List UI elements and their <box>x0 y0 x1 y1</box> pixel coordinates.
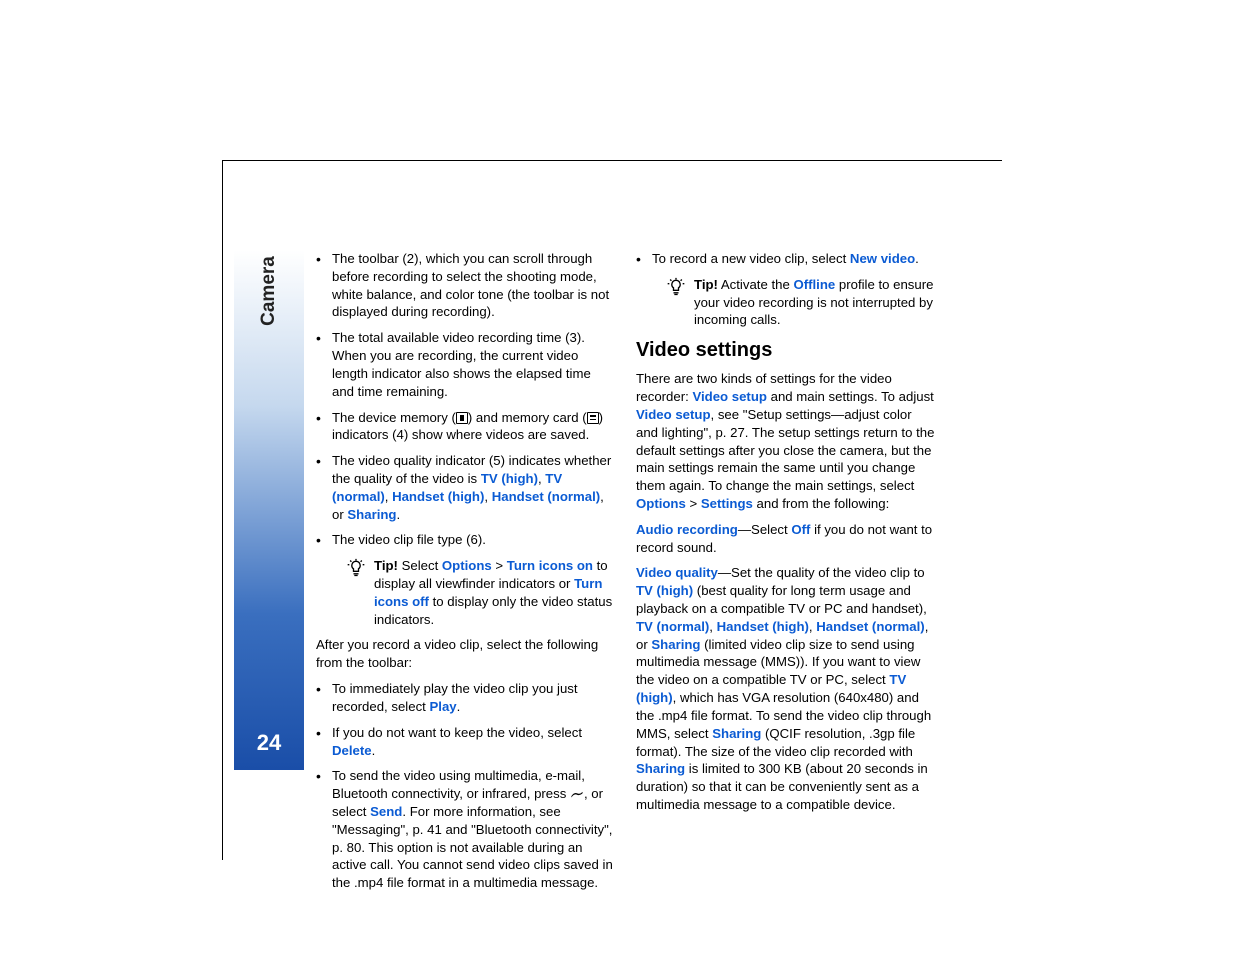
text: . <box>372 743 376 758</box>
term-handset-normal: Handset (normal) <box>816 619 924 634</box>
paragraph-video-quality: Video quality—Set the quality of the vid… <box>636 564 936 813</box>
device-memory-icon <box>456 412 468 424</box>
text: . <box>915 251 919 266</box>
term-sharing: Sharing <box>651 637 700 652</box>
list-item: To send the video using multimedia, e-ma… <box>316 767 616 892</box>
term-options: Options <box>636 496 686 511</box>
text: , <box>709 619 716 634</box>
text: ) and memory card ( <box>468 410 587 425</box>
tip-text: Tip! Select Options > Turn icons on to d… <box>374 557 616 628</box>
text: > <box>686 496 701 511</box>
tip-lightbulb-icon <box>666 277 686 297</box>
column-left: The toolbar (2), which you can scroll th… <box>316 250 616 900</box>
list-item: The total available video recording time… <box>316 329 616 400</box>
term-tv-high: TV (high) <box>481 471 538 486</box>
list-item: The device memory () and memory card () … <box>316 409 616 445</box>
list-item: To record a new video clip, select New v… <box>636 250 936 268</box>
term-audio-recording: Audio recording <box>636 522 738 537</box>
list-item: To immediately play the video clip you j… <box>316 680 616 716</box>
term-settings: Settings <box>701 496 753 511</box>
term-sharing: Sharing <box>712 726 761 741</box>
body-content: The toolbar (2), which you can scroll th… <box>316 250 936 900</box>
term-play: Play <box>430 699 457 714</box>
term-handset-high: Handset (high) <box>392 489 484 504</box>
column-right: To record a new video clip, select New v… <box>636 250 936 900</box>
term-handset-normal: Handset (normal) <box>492 489 600 504</box>
section-label: Camera <box>258 256 280 326</box>
term-offline: Offline <box>793 277 835 292</box>
text: To send the video using multimedia, e-ma… <box>332 768 585 801</box>
tip-text: Tip! Activate the Offline profile to ens… <box>694 276 936 329</box>
page-number: 24 <box>234 730 304 756</box>
text: , <box>484 489 491 504</box>
tip-label: Tip! <box>374 558 398 573</box>
term-sharing: Sharing <box>347 507 396 522</box>
text: and main settings. To adjust <box>767 389 934 404</box>
feature-list: The toolbar (2), which you can scroll th… <box>316 250 616 549</box>
term-sharing: Sharing <box>636 761 685 776</box>
tip-label: Tip! <box>694 277 718 292</box>
tip-block: Tip! Activate the Offline profile to ens… <box>636 276 936 329</box>
text: . <box>457 699 461 714</box>
term-off: Off <box>791 522 810 537</box>
sidebar-gradient: Camera 24 <box>234 250 304 770</box>
text: Activate the <box>718 277 794 292</box>
term-tv-high: TV (high) <box>636 583 693 598</box>
call-key-icon <box>570 790 584 798</box>
text: If you do not want to keep the video, se… <box>332 725 582 740</box>
heading-video-settings: Video settings <box>636 337 936 364</box>
list-item: The video quality indicator (5) indicate… <box>316 452 616 523</box>
term-handset-high: Handset (high) <box>717 619 809 634</box>
list-item: The toolbar (2), which you can scroll th… <box>316 250 616 321</box>
memory-card-icon <box>587 412 599 424</box>
term-send: Send <box>370 804 402 819</box>
text: , <box>385 489 392 504</box>
toolbar-actions-list: To immediately play the video clip you j… <box>316 680 616 892</box>
term-video-setup: Video setup <box>692 389 767 404</box>
paragraph: After you record a video clip, select th… <box>316 636 616 672</box>
term-options: Options <box>442 558 492 573</box>
text: To record a new video clip, select <box>652 251 850 266</box>
text: and from the following: <box>753 496 889 511</box>
text: Select <box>398 558 442 573</box>
list-item: If you do not want to keep the video, se… <box>316 724 616 760</box>
text: The device memory ( <box>332 410 456 425</box>
text: > <box>492 558 507 573</box>
text: —Select <box>738 522 792 537</box>
term-delete: Delete <box>332 743 372 758</box>
term-turn-icons-on: Turn icons on <box>507 558 593 573</box>
term-video-quality: Video quality <box>636 565 718 580</box>
term-video-setup: Video setup <box>636 407 711 422</box>
term-tv-normal: TV (normal) <box>636 619 709 634</box>
new-video-list: To record a new video clip, select New v… <box>636 250 936 268</box>
text: . <box>396 507 400 522</box>
tip-block: Tip! Select Options > Turn icons on to d… <box>316 557 616 628</box>
paragraph-audio-recording: Audio recording—Select Off if you do not… <box>636 521 936 557</box>
text: —Set the quality of the video clip to <box>718 565 925 580</box>
paragraph: There are two kinds of settings for the … <box>636 370 936 513</box>
tip-lightbulb-icon <box>346 558 366 578</box>
term-new-video: New video <box>850 251 915 266</box>
list-item: The video clip file type (6). <box>316 531 616 549</box>
text: The video quality indicator (5) indicate… <box>332 453 611 486</box>
